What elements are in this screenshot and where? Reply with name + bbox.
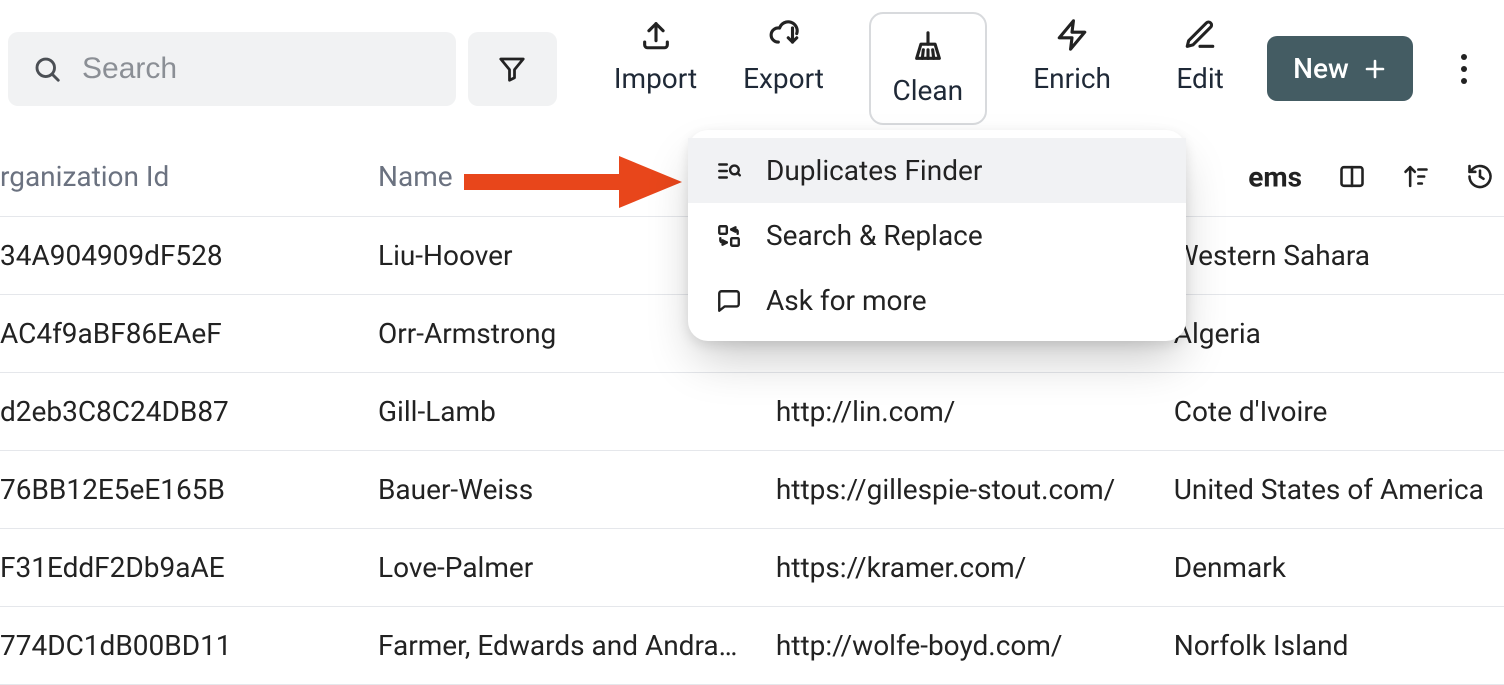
annotation-arrow: [464, 152, 684, 212]
sort-button[interactable]: [1402, 163, 1430, 191]
enrich-label: Enrich: [1033, 62, 1111, 95]
cell-organization-id: 76BB12E5eE165B: [0, 473, 378, 506]
cell-url: https://kramer.com/: [776, 551, 1174, 584]
broom-icon: [911, 30, 945, 64]
cell-organization-id: F31EddF2Db9aAE: [0, 551, 378, 584]
cell-country: Western Sahara: [1174, 239, 1504, 272]
cell-country: Denmark: [1174, 551, 1504, 584]
cloud-download-icon: [767, 18, 801, 52]
cell-country: Algeria: [1174, 317, 1504, 350]
filter-button[interactable]: [468, 32, 556, 106]
edit-button[interactable]: Edit: [1157, 12, 1243, 103]
table-row[interactable]: 774DC1dB00BD11Farmer, Edwards and Andra……: [0, 607, 1504, 685]
cell-url: https://gillespie-stout.com/: [776, 473, 1174, 506]
import-label: Import: [614, 62, 697, 95]
export-label: Export: [743, 62, 824, 95]
search-icon: [32, 54, 62, 84]
dropdown-item-label: Ask for more: [766, 284, 927, 317]
cell-name: Love-Palmer: [378, 551, 776, 584]
bolt-icon: [1055, 18, 1089, 52]
cell-organization-id: 34A904909dF528: [0, 239, 378, 272]
items-label: ems: [1248, 160, 1302, 193]
cell-country: United States of America: [1174, 473, 1504, 506]
search-input[interactable]: [80, 51, 432, 87]
cell-country: Cote d'Ivoire: [1174, 395, 1504, 428]
cell-url: http://wolfe-boyd.com/: [776, 629, 1174, 662]
dropdown-item-label: Search & Replace: [766, 219, 983, 252]
filter-icon: [497, 54, 527, 84]
table-row[interactable]: 76BB12E5eE165BBauer-Weisshttps://gillesp…: [0, 451, 1504, 529]
cell-organization-id: 774DC1dB00BD11: [0, 629, 378, 662]
clean-dropdown: Duplicates Finder Search & Replace Ask f…: [688, 130, 1186, 341]
dropdown-duplicates-finder[interactable]: Duplicates Finder: [688, 138, 1186, 203]
clean-label: Clean: [893, 74, 964, 107]
cell-organization-id: d2eb3C8C24DB87: [0, 395, 378, 428]
table-row[interactable]: F31EddF2Db9aAELove-Palmerhttps://kramer.…: [0, 529, 1504, 607]
plus-icon: [1363, 57, 1387, 81]
dropdown-ask-more[interactable]: Ask for more: [688, 268, 1186, 333]
replace-icon: [714, 223, 744, 249]
action-tools: Import Export Clean Enrich Edit: [613, 12, 1244, 125]
top-toolbar: Import Export Clean Enrich Edit: [0, 0, 1504, 137]
chat-icon: [714, 288, 744, 314]
new-label: New: [1293, 52, 1349, 85]
clean-button[interactable]: Clean: [869, 12, 988, 125]
import-button[interactable]: Import: [613, 12, 699, 103]
history-button[interactable]: [1466, 163, 1494, 191]
enrich-button[interactable]: Enrich: [1029, 12, 1115, 103]
cell-name: Bauer-Weiss: [378, 473, 776, 506]
kebab-icon: [1461, 51, 1467, 87]
dropdown-item-label: Duplicates Finder: [766, 154, 982, 187]
cell-organization-id: AC4f9aBF86EAeF: [0, 317, 378, 350]
cell-country: Norfolk Island: [1174, 629, 1504, 662]
cell-name: Gill-Lamb: [378, 395, 776, 428]
search-box[interactable]: [8, 32, 456, 106]
upload-icon: [639, 18, 673, 52]
export-button[interactable]: Export: [741, 12, 827, 103]
more-menu-button[interactable]: [1445, 49, 1484, 89]
cell-url: http://lin.com/: [776, 395, 1174, 428]
duplicates-icon: [714, 158, 744, 184]
new-button[interactable]: New: [1267, 36, 1413, 101]
edit-icon: [1183, 18, 1217, 52]
dropdown-search-replace[interactable]: Search & Replace: [688, 203, 1186, 268]
columns-toggle-button[interactable]: [1338, 163, 1366, 191]
cell-name: Farmer, Edwards and Andra…: [378, 629, 776, 662]
edit-label: Edit: [1176, 62, 1223, 95]
table-header-tools: ems: [1248, 160, 1494, 193]
table-row[interactable]: d2eb3C8C24DB87Gill-Lambhttp://lin.com/Co…: [0, 373, 1504, 451]
col-organization-id[interactable]: rganization Id: [0, 160, 378, 193]
